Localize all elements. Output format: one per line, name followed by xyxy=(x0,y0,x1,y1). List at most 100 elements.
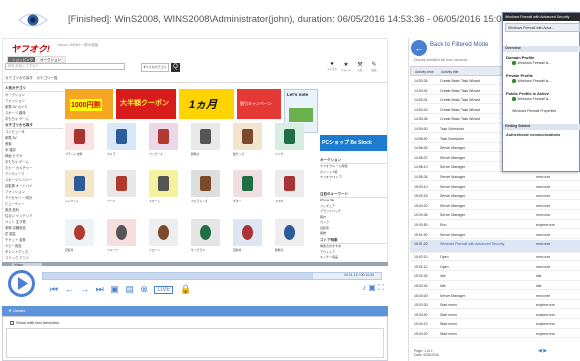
back-to-filtered-link[interactable]: Back to Filtered Mode xyxy=(430,42,500,49)
text-detection-option[interactable]: Show with text detection xyxy=(10,320,59,325)
product-label[interactable]: 猫グッズ xyxy=(233,152,265,156)
log-row[interactable]: 15:02:40 Idle idle xyxy=(410,282,580,291)
log-row[interactable]: 15:00:10 Server Manager mmc.exe xyxy=(410,183,580,191)
search-input[interactable]: 何をお探しですか？ xyxy=(5,63,125,70)
skip-end-icon[interactable]: ⏭ xyxy=(96,284,104,295)
log-row[interactable]: 15:02:30 Idle idle xyxy=(410,272,580,281)
banner-2[interactable]: 大半額クーポン xyxy=(116,89,176,119)
log-title: Create Basic Task Wizard xyxy=(440,98,481,103)
fullscreen-icon[interactable]: ⛶ xyxy=(378,283,384,292)
product-label[interactable]: スカート xyxy=(149,199,181,203)
product-label[interactable]: 腕時計 xyxy=(191,152,223,156)
product-label[interactable]: 腕時計 xyxy=(275,248,307,252)
product-label[interactable]: スマホ xyxy=(275,199,307,203)
back-arrow-icon[interactable]: ← xyxy=(411,40,427,56)
product-label[interactable]: サングラス xyxy=(191,248,223,252)
banner-4[interactable]: 割引キャンペーン xyxy=(237,89,281,119)
log-row[interactable]: 15:02:12 Open mmc.exe xyxy=(410,263,580,271)
authenticate-link[interactable]: Authenticate communications xyxy=(506,133,560,137)
tag-icon[interactable]: ✎ 出品 xyxy=(367,61,381,72)
product-thumbnail[interactable] xyxy=(65,123,94,150)
search-button[interactable]: Q xyxy=(171,63,180,72)
product-label[interactable]: ワンピース xyxy=(149,152,181,156)
zoom-icon[interactable]: ▣ xyxy=(110,284,119,295)
details-header[interactable]: ▼ Details xyxy=(2,306,388,316)
firewall-profile-name: Public Profile is Active xyxy=(506,91,549,96)
speed-icon[interactable]: ⊗ xyxy=(140,284,148,295)
product-label[interactable]: ブーツ xyxy=(107,199,139,203)
tab-shopping[interactable]: ショッピング xyxy=(7,56,38,63)
product-label[interactable]: ジャケット xyxy=(65,199,97,203)
box-link[interactable]: ヤフオク!ストア xyxy=(320,175,387,181)
log-row[interactable]: 15:04:10 Start menu explorer.exe xyxy=(410,320,580,329)
promo-pc[interactable]: PCショップ Be Stock xyxy=(320,135,387,151)
product-thumbnail[interactable] xyxy=(233,170,262,197)
product-thumbnail[interactable] xyxy=(107,170,136,197)
screen-icon[interactable]: ▤ xyxy=(125,284,134,295)
product-thumbnail[interactable] xyxy=(233,123,262,150)
firewall-properties-link[interactable]: Windows Firewall Properties xyxy=(512,109,556,113)
product-label[interactable]: バッグ xyxy=(275,152,307,156)
product-label[interactable]: フルーツ xyxy=(107,248,139,252)
product-thumbnail[interactable] xyxy=(275,219,304,246)
lock-icon[interactable]: 🔒 xyxy=(180,284,191,295)
product-thumbnail[interactable] xyxy=(191,170,220,197)
product-label[interactable]: 自転車 xyxy=(65,248,97,252)
tab-auction[interactable]: オークション xyxy=(35,56,66,63)
product-thumbnail[interactable] xyxy=(149,219,178,246)
product-thumbnail[interactable] xyxy=(65,170,94,197)
banner-3[interactable]: 1ヵ月 xyxy=(179,89,234,119)
log-row[interactable]: 15:04:20 Start menu explorer.exe xyxy=(410,330,580,339)
box-link[interactable]: 着物 xyxy=(320,231,387,237)
product-label[interactable]: ギター xyxy=(233,199,265,203)
bid-icon[interactable]: ⚒ 入札 xyxy=(353,61,367,72)
col-activity-time[interactable]: Activity time xyxy=(415,70,434,74)
skip-start-icon[interactable]: ⏮ xyxy=(50,284,58,295)
text-detection-checkbox[interactable] xyxy=(10,320,14,325)
product-thumbnail[interactable] xyxy=(191,123,220,150)
product-thumbnail[interactable] xyxy=(107,219,136,246)
product-thumbnail[interactable] xyxy=(275,123,304,150)
firewall-title: Windows Firewall with Advanced Security xyxy=(503,13,580,21)
log-row[interactable]: 15:03:00 Server Manager mmc.exe xyxy=(410,292,580,300)
person-icon[interactable]: ● マイオク xyxy=(325,61,339,71)
product-thumbnail[interactable] xyxy=(65,219,94,246)
log-row[interactable]: 15:03:30 Start menu explorer.exe xyxy=(410,301,580,310)
product-thumbnail[interactable] xyxy=(275,170,304,197)
product-label[interactable]: カメラ xyxy=(107,152,139,156)
log-row[interactable]: 15:04:00 Start menu explorer.exe xyxy=(410,311,580,319)
site-logo[interactable]: ヤフオク! xyxy=(11,42,50,55)
play-button[interactable] xyxy=(8,270,35,297)
category-select[interactable]: すべてのカテゴリ xyxy=(141,63,169,72)
product-label[interactable]: カメラレンズ xyxy=(191,199,223,203)
product-thumbnail[interactable] xyxy=(107,123,136,150)
log-row[interactable]: 15:02:10 Open mmc.exe xyxy=(410,253,580,262)
box-link[interactable]: キッチン用品 xyxy=(320,255,387,261)
product-thumbnail[interactable] xyxy=(149,170,178,197)
snapshot-icon[interactable]: ▣ xyxy=(368,283,376,292)
log-row[interactable]: 15:00:50 Run explorer.exe xyxy=(410,221,580,230)
pager[interactable]: ◀ ▶ xyxy=(538,348,547,354)
product-thumbnail[interactable] xyxy=(149,123,178,150)
volume-icon[interactable]: ♪ xyxy=(362,283,366,292)
firewall-tab[interactable]: Windows Firewall with Adva... xyxy=(505,23,580,32)
forward-icon[interactable]: → xyxy=(80,284,89,294)
log-row[interactable]: 15:01:00 Server Manager mmc.exe xyxy=(410,231,580,239)
log-row[interactable]: 15:00:20 Server Manager mmc.exe xyxy=(410,202,580,210)
product-label[interactable]: ブランド 衣料 xyxy=(65,152,97,156)
log-row[interactable]: 15:00:15 Server Manager mmc.exe xyxy=(410,192,580,201)
live-button[interactable]: LIVE xyxy=(154,285,174,294)
col-activity-title[interactable]: Activity title xyxy=(441,70,459,74)
rewind-icon[interactable]: ← xyxy=(65,284,74,294)
product-thumbnail[interactable] xyxy=(233,219,262,246)
log-row[interactable]: 14:58:34 Server Manager mmc.exe xyxy=(410,173,580,182)
product-thumbnail[interactable] xyxy=(191,219,220,246)
log-row[interactable]: 15:00:45 Server Manager mmc.exe xyxy=(410,211,580,220)
star-icon[interactable]: ★ ウォッチ xyxy=(339,61,353,72)
product-label[interactable]: ドローン xyxy=(149,248,181,252)
overview-header: Overview xyxy=(503,46,580,52)
log-row[interactable]: 15:01:20 Windows Firewall with Advanced S… xyxy=(410,240,580,254)
product-label[interactable]: 自動車 xyxy=(233,248,265,252)
banner-1[interactable]: 1000円割 xyxy=(65,89,113,119)
sidebar-category-item[interactable]: コミック アニメ xyxy=(5,255,63,261)
